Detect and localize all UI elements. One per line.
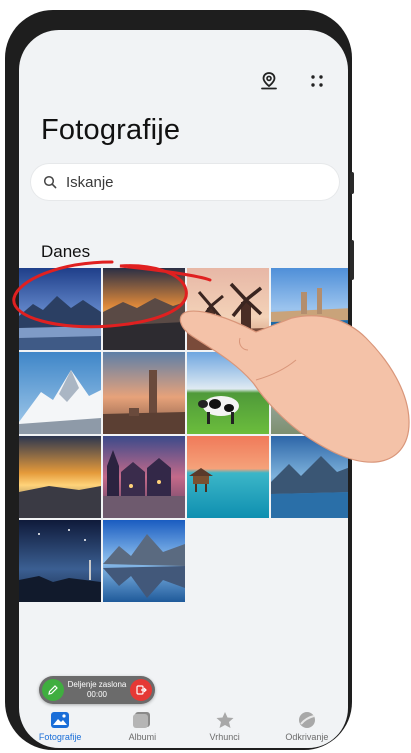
nav-label-photos: Fotografije bbox=[38, 732, 82, 742]
photo-grid bbox=[19, 268, 348, 602]
nav-item-discover[interactable]: Odkrivanje bbox=[266, 710, 348, 748]
bottom-navigation: Fotografije Albumi Vrhunci Odkrivanje bbox=[19, 710, 348, 748]
photo-harbor-town[interactable] bbox=[271, 268, 348, 350]
search-input[interactable] bbox=[64, 172, 318, 192]
gallery-screen: Fotografije Danes bbox=[19, 30, 348, 748]
photo-partial[interactable] bbox=[271, 352, 348, 434]
photo-sunset-mountains[interactable] bbox=[103, 268, 185, 350]
albums-icon bbox=[132, 710, 152, 730]
exit-icon bbox=[136, 685, 147, 695]
screen-share-time: 00:00 bbox=[86, 690, 108, 699]
photo-tropical-resort[interactable] bbox=[187, 436, 269, 518]
photo-night-coast[interactable] bbox=[19, 520, 101, 602]
photo-snow-peak[interactable] bbox=[19, 352, 101, 434]
discover-icon bbox=[297, 710, 317, 730]
screen-share-status: Deljenje zaslona 00:00 bbox=[64, 680, 130, 700]
volume-button bbox=[350, 172, 354, 194]
nav-item-photos[interactable]: Fotografije bbox=[19, 710, 101, 748]
photo-old-town[interactable] bbox=[103, 436, 185, 518]
highlights-star-icon bbox=[215, 710, 235, 730]
screen-share-panel: Deljenje zaslona 00:00 bbox=[39, 676, 155, 704]
section-header-today: Danes bbox=[41, 242, 91, 261]
nav-item-albums[interactable]: Albumi bbox=[101, 710, 183, 748]
power-button bbox=[350, 240, 354, 280]
photo-tower-ruins[interactable] bbox=[103, 352, 185, 434]
more-icon[interactable] bbox=[304, 68, 330, 94]
top-actions bbox=[256, 68, 330, 94]
map-location-icon[interactable] bbox=[256, 68, 282, 94]
page-title: Fotografije bbox=[41, 114, 181, 146]
photo-windmills[interactable] bbox=[187, 268, 269, 350]
photo-mountain-lake[interactable] bbox=[19, 268, 101, 350]
pen-icon bbox=[48, 685, 58, 695]
nav-item-highlights[interactable]: Vrhunci bbox=[184, 710, 266, 748]
nav-label-discover: Odkrivanje bbox=[285, 732, 329, 742]
photo-cow-field[interactable] bbox=[187, 352, 269, 434]
phone-frame: Fotografije Danes bbox=[5, 10, 352, 750]
search-icon bbox=[43, 175, 57, 189]
annotate-pen-button[interactable] bbox=[42, 679, 64, 701]
nav-label-highlights: Vrhunci bbox=[209, 732, 240, 742]
photo-blue-lake-mountains[interactable] bbox=[271, 436, 348, 518]
photo-golden-sunrise[interactable] bbox=[19, 436, 101, 518]
stop-share-button[interactable] bbox=[130, 679, 152, 701]
photo-mountain-reflection[interactable] bbox=[103, 520, 185, 602]
search-bar[interactable] bbox=[31, 164, 339, 200]
nav-label-albums: Albumi bbox=[128, 732, 157, 742]
photos-icon bbox=[50, 710, 70, 730]
screen-share-label: Deljenje zaslona bbox=[67, 680, 127, 689]
